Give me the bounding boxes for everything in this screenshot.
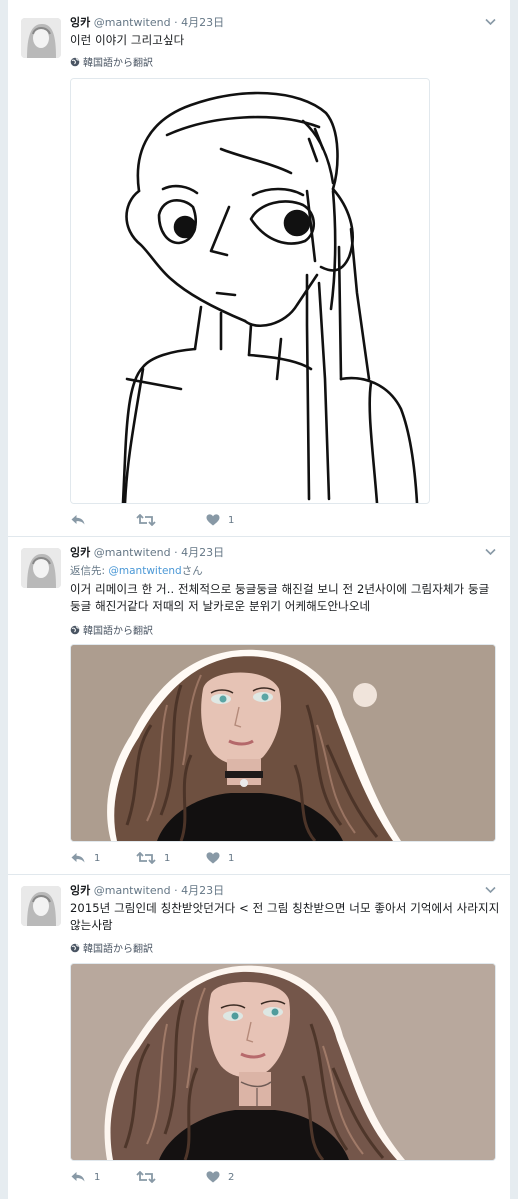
tweet-image[interactable] bbox=[70, 644, 496, 842]
retweet-icon bbox=[136, 1171, 156, 1183]
translate-label: 韓国語から翻訳 bbox=[83, 58, 153, 69]
timestamp[interactable]: 4月23日 bbox=[181, 884, 224, 897]
translate-link[interactable]: 韓国語から翻訳 bbox=[70, 622, 153, 637]
tweet-header: 잉카 @mantwitend · 4月23日 bbox=[70, 884, 224, 898]
reply-count: 1 bbox=[94, 1171, 101, 1183]
reply-icon bbox=[70, 514, 86, 526]
globe-icon bbox=[70, 57, 80, 67]
like-button[interactable]: 1 bbox=[206, 852, 234, 864]
reply-handle-link[interactable]: @mantwitend bbox=[108, 565, 181, 577]
chevron-down-icon[interactable] bbox=[485, 884, 496, 897]
username[interactable]: @mantwitend bbox=[94, 546, 171, 559]
avatar[interactable] bbox=[21, 18, 61, 58]
reply-context: 返信先: @mantwitendさん bbox=[70, 563, 203, 578]
avatar[interactable] bbox=[21, 886, 61, 926]
tweet-text: 이거 리메이크 한 거.. 전체적으로 둥글둥글 해진걸 보니 전 2년사이에 … bbox=[70, 582, 490, 613]
separator-dot: · bbox=[174, 884, 178, 897]
translate-label: 韓国語から翻訳 bbox=[83, 944, 153, 955]
tweet-image[interactable] bbox=[70, 78, 430, 504]
translate-link[interactable]: 韓国語から翻訳 bbox=[70, 940, 153, 955]
chevron-down-icon[interactable] bbox=[485, 546, 496, 559]
translate-link[interactable]: 韓国語から翻訳 bbox=[70, 54, 153, 69]
separator-dot: · bbox=[174, 546, 178, 559]
retweet-icon bbox=[136, 852, 156, 864]
reply-suffix: さん bbox=[181, 565, 203, 577]
reply-icon bbox=[70, 852, 86, 864]
display-name[interactable]: 잉카 bbox=[70, 884, 90, 897]
like-count: 1 bbox=[228, 514, 235, 526]
display-name[interactable]: 잉카 bbox=[70, 546, 90, 559]
reply-button[interactable]: 1 bbox=[70, 852, 100, 864]
tweet-text: 2015년 그림인데 칭찬받앗던거다 < 전 그림 칭찬받으면 너모 좋아서 기… bbox=[70, 901, 500, 932]
tweet-header: 잉카 @mantwitend · 4月23日 bbox=[70, 16, 224, 30]
reply-prefix: 返信先: bbox=[70, 565, 106, 577]
chevron-down-icon[interactable] bbox=[485, 16, 496, 29]
tweet[interactable]: 잉카 @mantwitend · 4月23日 2015년 그림인데 칭찬받앗던거… bbox=[8, 876, 510, 1199]
like-button[interactable]: 2 bbox=[206, 1171, 234, 1183]
tweet[interactable]: 잉카 @mantwitend · 4月23日 이런 이야기 그리고싶다 韓国語か… bbox=[8, 8, 510, 537]
avatar[interactable] bbox=[21, 548, 61, 588]
timestamp[interactable]: 4月23日 bbox=[181, 546, 224, 559]
tweet[interactable]: 잉카 @mantwitend · 4月23日 返信先: @mantwitendさ… bbox=[8, 538, 510, 875]
reply-count: 1 bbox=[94, 852, 101, 864]
retweet-count: 1 bbox=[164, 852, 171, 864]
like-count: 2 bbox=[228, 1171, 235, 1183]
display-name[interactable]: 잉카 bbox=[70, 16, 90, 29]
retweet-button[interactable] bbox=[136, 514, 164, 526]
like-button[interactable]: 1 bbox=[206, 514, 234, 526]
reply-icon bbox=[70, 1171, 86, 1183]
retweet-button[interactable] bbox=[136, 1171, 164, 1183]
tweet-text: 이런 이야기 그리고싶다 bbox=[70, 33, 185, 47]
timeline: 잉카 @mantwitend · 4月23日 이런 이야기 그리고싶다 韓国語か… bbox=[8, 0, 510, 1199]
reply-button[interactable] bbox=[70, 514, 94, 526]
timestamp[interactable]: 4月23日 bbox=[181, 16, 224, 29]
globe-icon bbox=[70, 625, 80, 635]
translate-label: 韓国語から翻訳 bbox=[83, 626, 153, 637]
globe-icon bbox=[70, 943, 80, 953]
heart-icon bbox=[206, 514, 220, 526]
retweet-icon bbox=[136, 514, 156, 526]
username[interactable]: @mantwitend bbox=[94, 16, 171, 29]
heart-icon bbox=[206, 852, 220, 864]
retweet-button[interactable]: 1 bbox=[136, 852, 170, 864]
tweet-header: 잉카 @mantwitend · 4月23日 bbox=[70, 546, 224, 560]
tweet-image[interactable] bbox=[70, 963, 496, 1161]
separator-dot: · bbox=[174, 16, 178, 29]
like-count: 1 bbox=[228, 852, 235, 864]
heart-icon bbox=[206, 1171, 220, 1183]
username[interactable]: @mantwitend bbox=[94, 884, 171, 897]
reply-button[interactable]: 1 bbox=[70, 1171, 100, 1183]
